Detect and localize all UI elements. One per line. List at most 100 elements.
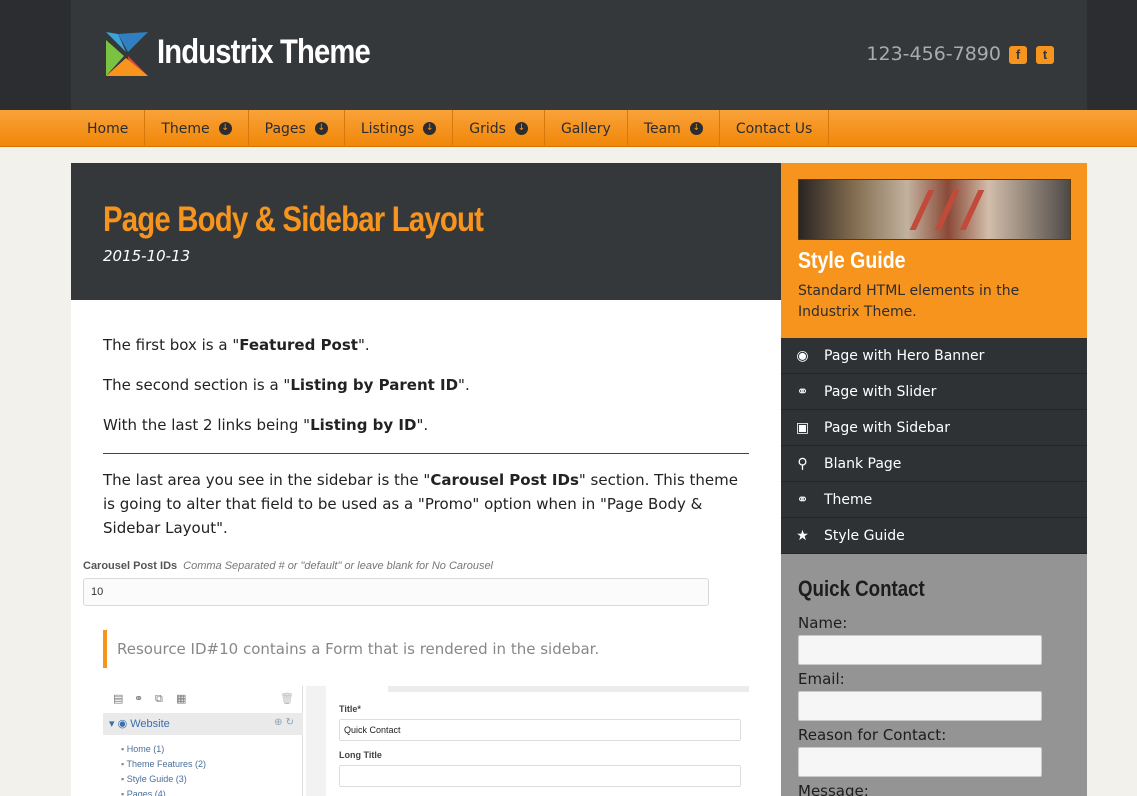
nav-item-label: Listings	[360, 120, 415, 137]
long-title-label: Long Title	[339, 750, 382, 760]
panel-top-bar	[388, 686, 749, 692]
nav-item-label: Grids	[469, 120, 506, 137]
dropdown-arrow-icon[interactable]: ↓	[314, 122, 328, 135]
promo-text: Standard HTML elements in the Industrix …	[798, 283, 1020, 320]
twitter-icon[interactable]: t	[1036, 46, 1054, 64]
dropdown-arrow-icon[interactable]: ↓	[218, 122, 232, 135]
resource-form: Title* Quick Contact Long Title	[339, 704, 749, 796]
camera-icon: ◉	[796, 347, 809, 364]
body-text: The first box is a "Featured Post". The …	[103, 333, 749, 556]
dropdown-arrow-icon[interactable]: ↓	[514, 122, 528, 135]
carousel-field-screenshot: Carousel Post IDs Comma Separated # or "d…	[83, 560, 713, 606]
tree-item: Style Guide (3)	[121, 772, 206, 787]
image-detail	[909, 190, 935, 230]
static-resource-icon: ▦	[176, 692, 187, 705]
title-banner: Page Body & Sidebar Layout 2015-10-13	[71, 163, 781, 300]
main-content: Page Body & Sidebar Layout 2015-10-13 Th…	[71, 163, 781, 796]
image-detail	[959, 190, 985, 230]
nav-item-gallery[interactable]: Gallery	[545, 110, 628, 147]
name-input[interactable]	[798, 635, 1042, 665]
field-hint: Comma Separated # or "default" or leave …	[183, 560, 493, 572]
nav-item-label: Team	[643, 120, 681, 137]
tree-root: ▾ ◉ Website	[109, 718, 170, 730]
page-date: 2015-10-13	[103, 247, 191, 265]
quick-contact-title: Quick Contact	[798, 576, 925, 601]
sidebar-links: ◉ Page with Hero Banner ⚭ Page with Slider ▣…	[781, 338, 1087, 554]
tree-controls: ⊕ ↻	[274, 717, 294, 728]
sidebar: Style Guide Standard HTML elements in th…	[781, 163, 1087, 796]
sidebar-link-blank-page[interactable]: ⚲ Blank Page	[781, 446, 1087, 482]
star-icon: ★	[796, 527, 809, 544]
sidebar-link-page-with-hero-banner[interactable]: ◉ Page with Hero Banner	[781, 338, 1087, 374]
paragraph-carousel: The last area you see in the sidebar is …	[103, 471, 738, 537]
phone-number: 123-456-7890	[866, 43, 1001, 65]
sidebar-link-label: Style Guide	[824, 527, 905, 544]
quick-contact-form: Quick Contact Name: Email: Reason for Co…	[781, 554, 1087, 796]
symlink-icon: ⧉	[155, 692, 163, 705]
sidebar-link-label: Page with Sidebar	[824, 419, 950, 436]
panel-splitter	[306, 686, 326, 796]
nav-item-label: Gallery	[560, 120, 611, 137]
new-document-icon: ▤	[113, 692, 124, 705]
reason-input[interactable]	[798, 747, 1042, 777]
title-value: Quick Contact	[339, 719, 741, 741]
site-title[interactable]: Industrix Theme	[157, 33, 371, 72]
nav-item-grids[interactable]: Grids ↓	[453, 110, 545, 147]
nav-item-theme[interactable]: Theme ↓	[145, 110, 249, 147]
link-icon: ⚭	[796, 383, 809, 400]
field-label: Carousel Post IDs Comma Separated # or "d…	[83, 560, 493, 572]
email-input[interactable]	[798, 691, 1042, 721]
main-navbar: Home Theme ↓ Pages ↓ Listings ↓ Grids ↓ Gallery Te…	[0, 110, 1137, 147]
image-icon: ▣	[795, 419, 810, 436]
tree-item: Theme Features (2)	[121, 757, 207, 772]
name-label: Name:	[798, 614, 848, 632]
title-label: Title*	[339, 704, 361, 714]
dropdown-arrow-icon[interactable]: ↓	[423, 122, 437, 135]
nav-item-label: Theme	[161, 120, 210, 137]
field-value: 10	[83, 578, 709, 606]
paragraph-listing-id: With the last 2 links being "Listing by …	[103, 416, 429, 434]
tree-item: Home (1)	[121, 742, 206, 757]
image-detail	[934, 190, 960, 230]
manager-screenshot: ▤ ⚭ ⧉ ▦ 🗑 ▾ ◉ Website ⊕ ↻ Home (1)Theme …	[103, 686, 749, 796]
email-label: Email:	[798, 670, 845, 688]
sidebar-link-label: Blank Page	[824, 455, 902, 472]
sidebar-link-page-with-sidebar[interactable]: ▣ Page with Sidebar	[781, 410, 1087, 446]
divider	[103, 453, 749, 454]
reason-label: Reason for Contact:	[798, 726, 947, 744]
tree-items: Home (1)Theme Features (2)Style Guide (3…	[121, 742, 207, 796]
search-icon: ⚲	[797, 455, 808, 472]
nav-item-label: Pages	[264, 120, 306, 137]
nav-item-pages[interactable]: Pages ↓	[249, 110, 345, 147]
resource-tree-panel: ▤ ⚭ ⧉ ▦ 🗑 ▾ ◉ Website ⊕ ↻ Home (1)Theme …	[103, 686, 303, 796]
nav-item-listings[interactable]: Listings ↓	[345, 110, 454, 147]
sidebar-link-label: Page with Slider	[824, 383, 937, 400]
nav-item-home[interactable]: Home	[71, 110, 146, 147]
nav-item-team[interactable]: Team ↓	[628, 110, 720, 147]
sidebar-link-style-guide[interactable]: ★ Style Guide	[781, 518, 1087, 554]
blockquote: Resource ID#10 contains a Form that is r…	[103, 630, 749, 668]
nav-item-contact-us[interactable]: Contact Us	[720, 110, 830, 147]
paragraph-featured: The first box is a "Featured Post".	[103, 336, 370, 354]
nav-menu: Home Theme ↓ Pages ↓ Listings ↓ Grids ↓ Gallery Te…	[71, 110, 830, 147]
tree-toolbar: ▤ ⚭ ⧉ ▦	[113, 692, 189, 705]
long-title-value	[339, 765, 741, 787]
facebook-icon[interactable]: f	[1009, 46, 1027, 64]
promo-image[interactable]	[798, 179, 1071, 240]
sidebar-link-label: Page with Hero Banner	[824, 347, 985, 364]
nav-item-label: Contact Us	[735, 120, 813, 137]
promo-title[interactable]: Style Guide	[798, 247, 906, 274]
sidebar-link-page-with-slider[interactable]: ⚭ Page with Slider	[781, 374, 1087, 410]
page-title: Page Body & Sidebar Layout	[103, 200, 484, 239]
tree-item: Pages (4)	[121, 787, 206, 796]
sidebar-link-label: Theme	[824, 491, 873, 508]
link-icon: ⚭	[796, 491, 809, 508]
site-header: Industrix Theme 123-456-7890 f t	[71, 0, 1087, 110]
dropdown-arrow-icon[interactable]: ↓	[689, 122, 703, 135]
message-label: Message:	[798, 782, 869, 796]
paragraph-listing-parent: The second section is a "Listing by Pare…	[103, 376, 470, 394]
trash-icon: 🗑	[280, 692, 294, 705]
promo-box: Style Guide Standard HTML elements in th…	[781, 163, 1087, 338]
sidebar-link-theme[interactable]: ⚭ Theme	[781, 482, 1087, 518]
logo-icon[interactable]	[104, 30, 150, 78]
